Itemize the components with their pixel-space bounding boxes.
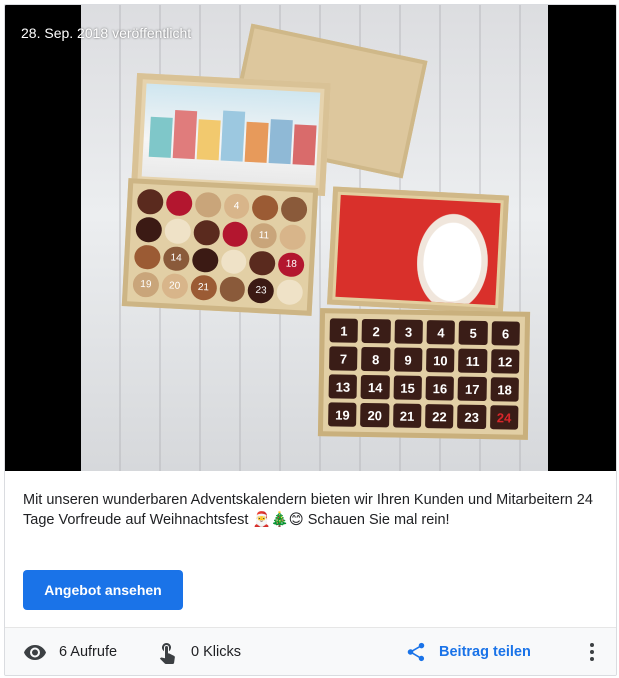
- calendar-door: 13: [328, 374, 358, 399]
- calendar-door: 23: [457, 404, 487, 430]
- chocolate-praline: [192, 219, 220, 246]
- chocolate-praline: [248, 250, 277, 277]
- advent-box-lid-santa: [327, 186, 509, 314]
- chocolate-praline: [279, 223, 307, 250]
- chocolate-praline: 14: [162, 245, 190, 272]
- post-image: 4 11 14 18 19 20 21 23 1 2 3 4 5 6 7 8 9 10 11 12 13 14 15 16 1…: [81, 5, 548, 471]
- calendar-door: 18: [490, 377, 519, 402]
- chocolate-praline: [191, 247, 219, 274]
- chocolate-praline: 19: [132, 271, 160, 298]
- chocolate-praline: 11: [250, 222, 278, 249]
- chocolate-praline: [133, 244, 161, 271]
- calendar-door: 2: [361, 318, 391, 344]
- eye-icon: [24, 645, 46, 660]
- calendar-door: 20: [360, 402, 390, 428]
- clicks-count: 0 Klicks: [191, 644, 241, 660]
- chocolate-praline: [220, 248, 248, 275]
- share-post-button[interactable]: Beitrag teilen: [405, 628, 531, 675]
- views-stat: 6 Aufrufe: [23, 628, 118, 675]
- calendar-door: 1: [329, 318, 359, 343]
- chocolate-praline: [194, 191, 222, 218]
- calendar-door: 6: [491, 321, 520, 346]
- calendar-door: 11: [458, 348, 488, 374]
- post-footer: 6 Aufrufe 0 Klicks Beitrag teilen: [5, 627, 616, 675]
- chocolate-praline: [280, 196, 308, 223]
- chocolate-praline: [218, 276, 246, 303]
- post-media[interactable]: 4 11 14 18 19 20 21 23 1 2 3 4 5 6 7 8 9 10 11 12 13 14 15 16 1…: [5, 5, 616, 471]
- calendar-door: 15: [393, 375, 422, 400]
- calendar-door: 22: [425, 404, 454, 429]
- chocolate-praline: [221, 220, 249, 247]
- more-options-button[interactable]: [580, 640, 604, 664]
- share-label: Beitrag teilen: [439, 644, 531, 660]
- calendar-door: 21: [392, 403, 422, 428]
- calendar-door: 24: [489, 405, 519, 430]
- advent-box-lid-town: [131, 73, 331, 196]
- post-date: 28. Sep. 2018 veröffentlicht: [21, 25, 192, 41]
- calendar-door: 14: [360, 374, 390, 400]
- calendar-door: 19: [328, 402, 357, 427]
- calendar-door: 7: [329, 346, 358, 371]
- touch-icon: [159, 643, 175, 664]
- chocolate-praline: [135, 216, 163, 243]
- chocolate-praline: 20: [161, 273, 189, 300]
- views-count: 6 Aufrufe: [59, 644, 118, 660]
- chocolate-praline: 21: [189, 274, 217, 301]
- chocolate-praline: [276, 279, 304, 306]
- chocolate-praline: 18: [277, 251, 305, 278]
- advent-box-numbered: 1 2 3 4 5 6 7 8 9 10 11 12 13 14 15 16 17 18 19 20 21 22 23 24: [317, 308, 531, 440]
- more-vert-icon: [590, 643, 594, 647]
- calendar-door: 8: [361, 346, 391, 372]
- advent-box-chocolates: 4 11 14 18 19 20 21 23: [121, 178, 319, 316]
- clicks-stat: 0 Klicks: [155, 628, 241, 675]
- chocolate-praline: [136, 188, 164, 215]
- calendar-door: 9: [393, 347, 423, 372]
- calendar-door: 3: [394, 319, 423, 344]
- chocolate-praline: 23: [247, 277, 275, 304]
- santa-image: [405, 198, 501, 306]
- share-icon: [407, 642, 425, 662]
- chocolate-praline: [165, 190, 193, 217]
- chocolate-praline: 4: [223, 193, 251, 220]
- calendar-door: 4: [426, 320, 456, 345]
- chocolate-praline: [163, 217, 192, 244]
- calendar-door: 16: [425, 376, 455, 401]
- calendar-door: 5: [458, 320, 488, 346]
- calendar-door: 17: [457, 376, 487, 402]
- post-card: 4 11 14 18 19 20 21 23 1 2 3 4 5 6 7 8 9 10 11 12 13 14 15 16 1…: [4, 4, 617, 676]
- calendar-door: 10: [426, 348, 455, 373]
- calendar-door: 12: [490, 349, 520, 374]
- post-text: Mit unseren wunderbaren Adventskalendern…: [23, 492, 593, 528]
- chocolate-praline: [251, 194, 279, 221]
- view-offer-button[interactable]: Angebot ansehen: [23, 570, 183, 610]
